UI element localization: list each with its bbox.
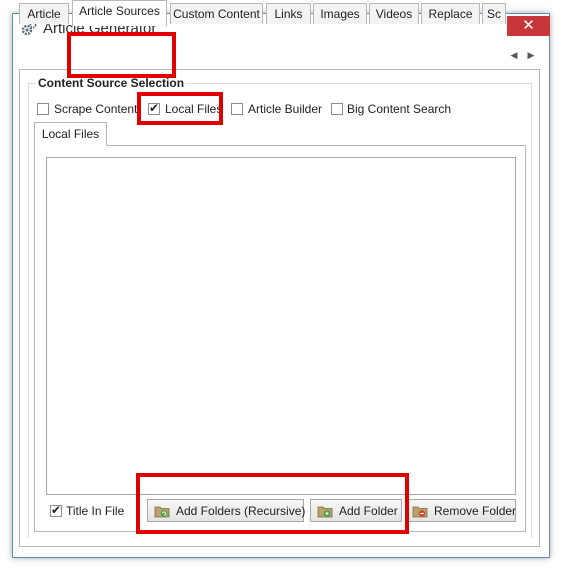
folder-add-icon [317,506,333,518]
title-in-file-checkbox[interactable] [50,503,62,517]
local-files-list[interactable] [46,157,516,495]
tab-scroll-right-icon[interactable]: ▶ [523,45,539,66]
tab-local-files[interactable]: Local Files [34,122,107,146]
big-content-search-label[interactable]: Big Content Search [347,102,451,116]
article-builder-label[interactable]: Article Builder [248,102,322,116]
title-in-file-label[interactable]: Title In File [66,504,124,518]
article-builder-checkbox[interactable] [231,103,243,115]
tab-article-sources[interactable]: Article Sources [72,0,167,26]
add-folders-recursive-button[interactable]: Add Folders (Recursive) [147,499,306,522]
local-files-label[interactable]: Local Files [165,102,222,116]
local-files-checkbox[interactable] [148,101,160,115]
tab-article[interactable]: Article [19,3,69,24]
tab-replace[interactable]: Replace [421,3,480,24]
close-button[interactable]: ✕ [507,16,550,36]
tab-images[interactable]: Images [313,3,367,24]
tab-truncated[interactable]: Sc [482,3,506,24]
tab-links[interactable]: Links [266,3,311,24]
remove-folder-button[interactable]: Remove Folder [405,499,516,522]
scrape-content-checkbox[interactable] [37,103,49,115]
add-folders-recursive-label: Add Folders (Recursive) [176,504,306,518]
tab-custom-content[interactable]: Custom Content [170,3,263,24]
tab-videos[interactable]: Videos [369,3,419,24]
add-folder-button[interactable]: Add Folder [310,499,402,522]
add-folder-label: Add Folder [339,504,398,518]
remove-folder-label: Remove Folder [434,504,517,518]
folder-remove-icon [412,506,428,518]
tab-scroll-left-icon[interactable]: ◀ [506,45,522,66]
scrape-content-label[interactable]: Scrape Content [54,102,137,116]
folder-refresh-icon [154,506,170,518]
group-title: Content Source Selection [36,76,187,90]
big-content-search-checkbox[interactable] [331,103,343,115]
